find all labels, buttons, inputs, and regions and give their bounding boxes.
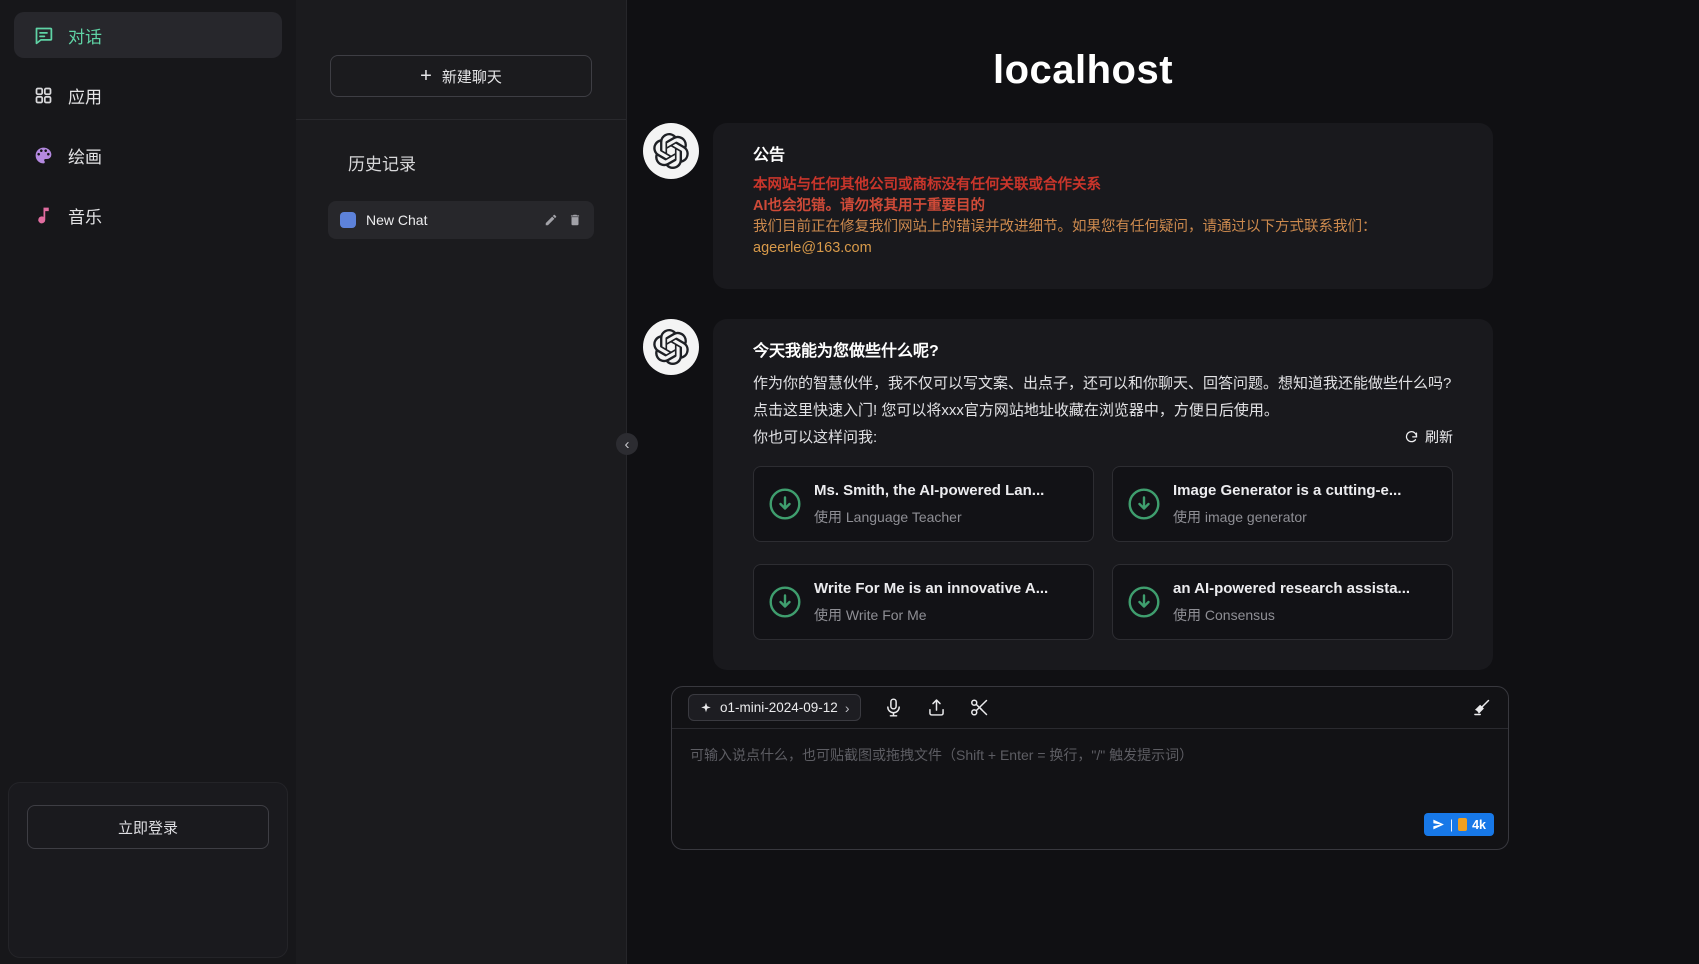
suggestion-texts: an AI-powered research assista... 使用 Con… [1173, 579, 1410, 625]
token-count: 4k [1472, 818, 1486, 832]
suggestion-texts: Write For Me is an innovative A... 使用 Wr… [814, 579, 1048, 625]
sidebar-item-label: 对话 [68, 23, 102, 48]
suggestion-subtitle: 使用 image generator [1173, 507, 1401, 527]
welcome-bubble: 今天我能为您做些什么呢? 作为你的智慧伙伴，我不仅可以写文案、出点子，还可以和你… [713, 319, 1493, 670]
microphone-button[interactable] [883, 697, 904, 718]
welcome-title: 今天我能为您做些什么呢? [753, 341, 1453, 362]
sidebar-item-label: 音乐 [68, 203, 102, 228]
apps-grid-icon [32, 84, 54, 106]
chevron-right-icon: › [845, 701, 850, 715]
edit-icon[interactable] [544, 213, 558, 227]
chat-bubble-icon [32, 24, 54, 46]
plus-icon: + [420, 66, 432, 86]
suggestion-card[interactable]: Write For Me is an innovative A... 使用 Wr… [753, 564, 1094, 640]
collapse-sidebar-button[interactable]: ‹ [616, 433, 638, 455]
ask-row: 你也可以这样问我: 刷新 [753, 427, 1453, 448]
sidebar-item-apps[interactable]: 应用 [14, 72, 282, 118]
chat-list-panel: + 新建聊天 历史记录 New Chat [296, 0, 626, 964]
chat-item-actions [544, 213, 582, 227]
contact-email-link[interactable]: ageerle@163.com [753, 238, 872, 259]
announcement-line: AI也会犯错。请勿将其用于重要目的 [753, 196, 1453, 217]
suggestion-title: Ms. Smith, the AI-powered Lan... [814, 481, 1044, 501]
token-icon [1458, 818, 1467, 831]
welcome-body: 作为你的智慧伙伴，我不仅可以写文案、出点子，还可以和你聊天、回答问题。想知道我还… [753, 370, 1453, 424]
sidebar-item-label: 应用 [68, 83, 102, 108]
suggestion-grid: Ms. Smith, the AI-powered Lan... 使用 Lang… [753, 466, 1453, 640]
sidebar: 对话 应用 绘画 音乐 立即登录 [0, 0, 296, 964]
sparkle-icon [699, 701, 713, 715]
chat-list-item[interactable]: New Chat [328, 201, 594, 239]
sidebar-footer: 立即登录 [8, 782, 288, 958]
circle-arrow-icon [768, 585, 802, 619]
history-header: 历史记录 [348, 150, 626, 175]
circle-arrow-icon [768, 487, 802, 521]
announcement-bubble: 公告 本网站与任何其他公司或商标没有任何关联或合作关系 AI也会犯错。请勿将其用… [713, 123, 1493, 289]
openai-logo-icon [653, 133, 689, 169]
app-window: 对话 应用 绘画 音乐 立即登录 [0, 0, 1699, 964]
clear-context-button[interactable] [1471, 697, 1492, 718]
announcement-line: 我们目前正在修复我们网站上的错误并改进细节。如果您有任何疑问，请通过以下方式联系… [753, 217, 1453, 238]
new-chat-section: + 新建聊天 [296, 0, 626, 120]
suggestion-title: an AI-powered research assista... [1173, 579, 1410, 599]
suggestion-card[interactable]: Ms. Smith, the AI-powered Lan... 使用 Lang… [753, 466, 1094, 542]
page-title: localhost [643, 48, 1523, 93]
suggestion-texts: Ms. Smith, the AI-powered Lan... 使用 Lang… [814, 481, 1044, 527]
suggestion-card[interactable]: an AI-powered research assista... 使用 Con… [1112, 564, 1453, 640]
circle-arrow-icon [1127, 487, 1161, 521]
composer: o1-mini-2024-09-12 › [671, 686, 1509, 850]
badge-divider: | [1450, 818, 1453, 832]
suggestion-card[interactable]: Image Generator is a cutting-e... 使用 ima… [1112, 466, 1453, 542]
suggestion-subtitle: 使用 Write For Me [814, 605, 1048, 625]
new-chat-label: 新建聊天 [442, 66, 502, 87]
assistant-avatar [643, 123, 699, 179]
palette-icon [32, 144, 54, 166]
microphone-icon [883, 697, 904, 718]
send-icon [1432, 818, 1445, 831]
suggestion-title: Image Generator is a cutting-e... [1173, 481, 1401, 501]
suggestion-texts: Image Generator is a cutting-e... 使用 ima… [1173, 481, 1401, 527]
circle-arrow-icon [1127, 585, 1161, 619]
main-panel: ‹ localhost 公告 本网站与任何其他公司或商标没有任何关联或合作关系 … [626, 0, 1699, 964]
broom-icon [1471, 697, 1492, 718]
upload-button[interactable] [926, 697, 947, 718]
scissors-button[interactable] [969, 697, 990, 718]
sidebar-item-label: 绘画 [68, 143, 102, 168]
message-input[interactable]: 可输入说点什么，也可贴截图或拖拽文件（Shift + Enter = 换行，"/… [672, 729, 1508, 849]
sidebar-item-drawing[interactable]: 绘画 [14, 132, 282, 178]
sidebar-item-chat[interactable]: 对话 [14, 12, 282, 58]
suggestion-subtitle: 使用 Consensus [1173, 605, 1410, 625]
upload-icon [926, 697, 947, 718]
composer-toolbar: o1-mini-2024-09-12 › [672, 687, 1508, 729]
login-button[interactable]: 立即登录 [27, 805, 269, 849]
chat-color-icon [340, 212, 356, 228]
chat-content: localhost 公告 本网站与任何其他公司或商标没有任何关联或合作关系 AI… [643, 48, 1523, 850]
announcement-title: 公告 [753, 145, 1453, 166]
openai-logo-icon [653, 329, 689, 365]
message-announcement: 公告 本网站与任何其他公司或商标没有任何关联或合作关系 AI也会犯错。请勿将其用… [643, 123, 1493, 289]
refresh-label: 刷新 [1425, 427, 1453, 448]
refresh-button[interactable]: 刷新 [1404, 427, 1453, 448]
send-token-badge[interactable]: | 4k [1424, 813, 1494, 836]
chat-item-title: New Chat [366, 212, 534, 228]
model-selector[interactable]: o1-mini-2024-09-12 › [688, 694, 861, 721]
sidebar-item-music[interactable]: 音乐 [14, 192, 282, 238]
music-note-icon [32, 204, 54, 226]
suggestion-subtitle: 使用 Language Teacher [814, 507, 1044, 527]
refresh-icon [1404, 430, 1419, 445]
suggestion-title: Write For Me is an innovative A... [814, 579, 1048, 599]
delete-icon[interactable] [568, 213, 582, 227]
new-chat-button[interactable]: + 新建聊天 [330, 55, 592, 97]
scissors-icon [969, 697, 990, 718]
assistant-avatar [643, 319, 699, 375]
announcement-line: 本网站与任何其他公司或商标没有任何关联或合作关系 [753, 175, 1453, 196]
message-welcome: 今天我能为您做些什么呢? 作为你的智慧伙伴，我不仅可以写文案、出点子，还可以和你… [643, 319, 1493, 670]
model-name: o1-mini-2024-09-12 [720, 700, 838, 715]
input-placeholder: 可输入说点什么，也可贴截图或拖拽文件（Shift + Enter = 换行，"/… [690, 747, 1193, 763]
ask-label: 你也可以这样问我: [753, 427, 877, 448]
